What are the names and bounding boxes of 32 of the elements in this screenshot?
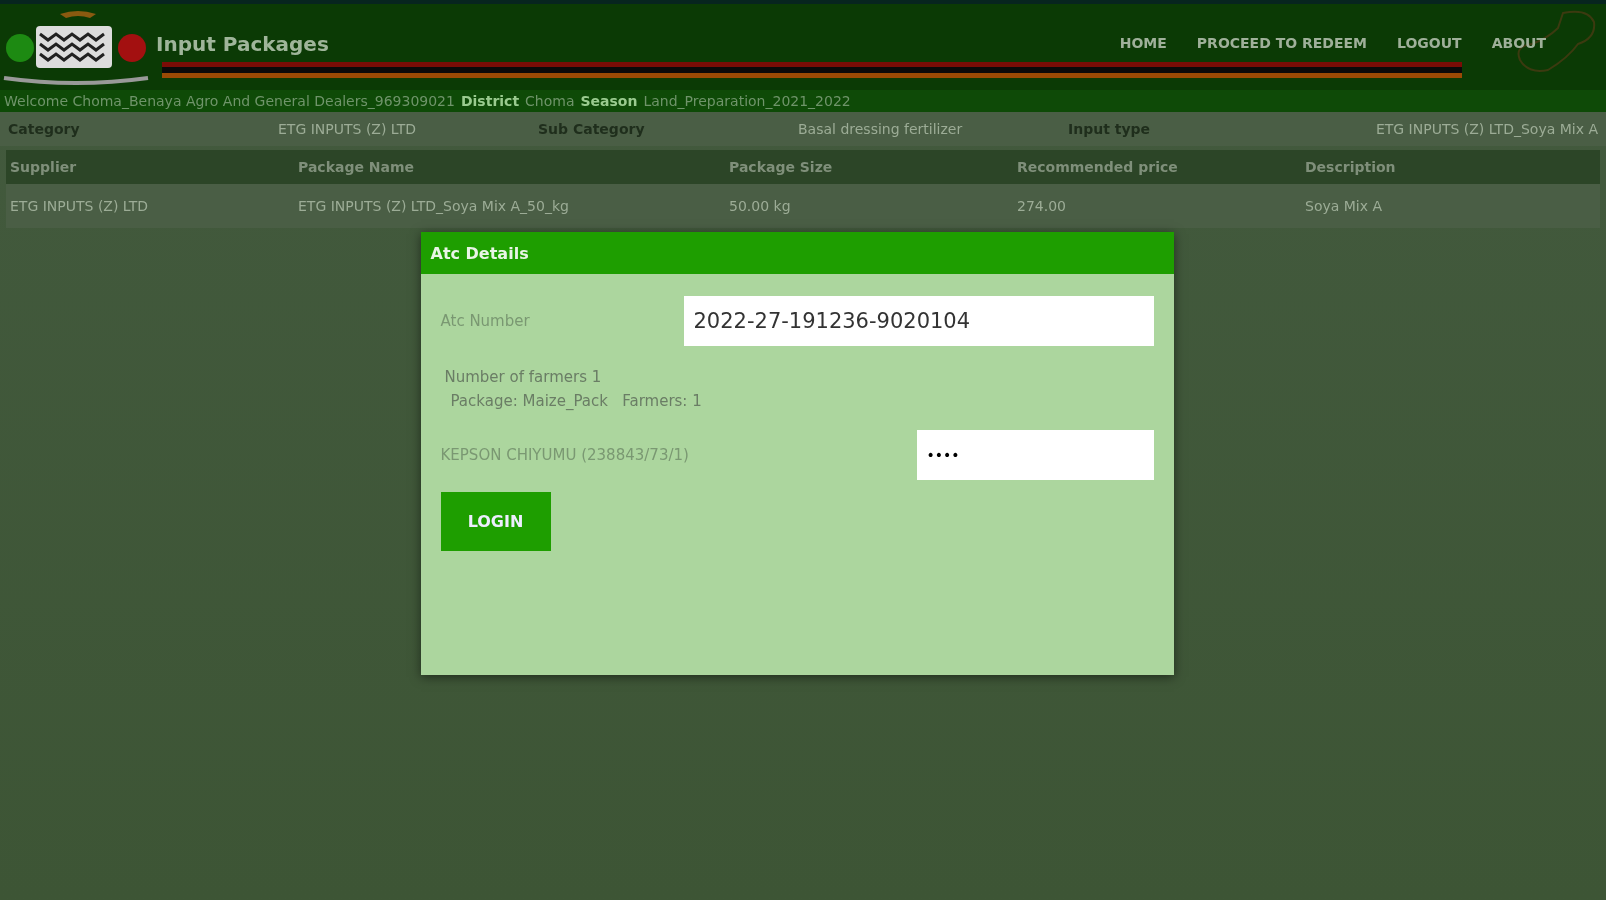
- farmer-name: KEPSON CHIYUMU (238843/73/1): [440, 446, 689, 464]
- nav-link[interactable]: HOME: [1119, 35, 1167, 51]
- info-text: Land_Preparation_2021_2022: [643, 93, 851, 109]
- table-cell-text: Soya Mix A: [1305, 198, 1384, 214]
- filter-value: ETG INPUTS (Z) LTD: [278, 121, 418, 137]
- column-header: Supplier: [10, 159, 78, 175]
- table-cell-text: 274.00: [1017, 198, 1067, 214]
- info-text: Welcome Choma_Benaya Agro And General Dealers_969309021: [4, 93, 455, 109]
- login-button[interactable]: LOGIN: [440, 492, 551, 551]
- column-header: Description: [1305, 159, 1397, 175]
- column-header: Package Size: [729, 159, 834, 175]
- farmers-count: Number of farmers 1: [444, 368, 603, 386]
- column-header: Package Name: [298, 159, 416, 175]
- package-info: Package: Maize_Pack Farmers: 1: [450, 392, 703, 410]
- info-text: Choma: [525, 93, 575, 109]
- filter-value: Basal dressing fertilizer: [798, 121, 964, 137]
- info-label: Season: [580, 93, 638, 109]
- nav-link[interactable]: LOGOUT: [1397, 35, 1462, 51]
- page-title: Input Packages: [156, 32, 329, 56]
- column-header: Recommended price: [1017, 159, 1179, 175]
- dialog-title: Atc Details: [420, 232, 1174, 274]
- table-cell-text: ETG INPUTS (Z) LTD: [10, 198, 150, 214]
- input-field[interactable]: 2022-27-191236-9020104: [683, 296, 1154, 346]
- field-label: Atc Number: [440, 312, 530, 330]
- nav-link[interactable]: PROCEED TO REDEEM: [1196, 35, 1368, 51]
- filter-value: ETG INPUTS (Z) LTD_Soya Mix A: [1374, 121, 1598, 137]
- table-cell-text: ETG INPUTS (Z) LTD_Soya Mix A_50_kg: [298, 198, 570, 214]
- table-row[interactable]: ETG INPUTS (Z) LTD ETG INPUTS (Z) LTD_Soya Mix A_50_kg 50.00 kg 274.00 Soya Mix A: [6, 184, 1600, 228]
- pin-field[interactable]: ••••: [916, 430, 1154, 480]
- info-label: District: [460, 93, 520, 109]
- nav-link[interactable]: ABOUT: [1491, 35, 1546, 51]
- table-cell-text: 50.00 kg: [729, 198, 792, 214]
